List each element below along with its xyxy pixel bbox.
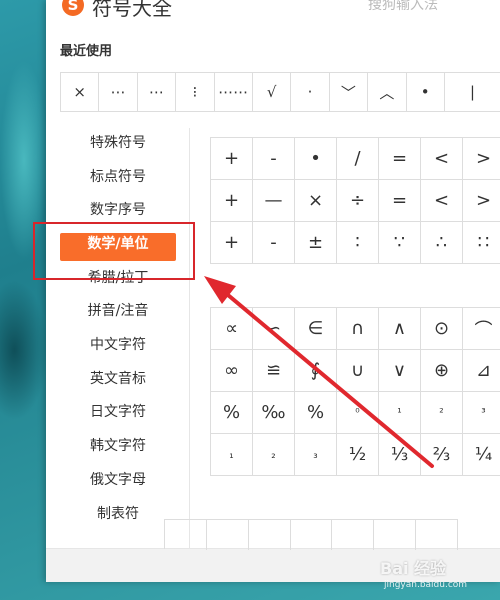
symbol-cell[interactable]: % bbox=[295, 392, 337, 434]
symbol-cell[interactable]: × bbox=[295, 180, 337, 222]
symbol-cell[interactable] bbox=[207, 520, 249, 550]
symbol-cell[interactable]: ∵ bbox=[379, 222, 421, 264]
symbol-cell[interactable]: ⅓ bbox=[379, 434, 421, 476]
symbol-cell[interactable]: ÷ bbox=[337, 180, 379, 222]
symbol-cell[interactable]: ∩ bbox=[337, 308, 379, 350]
watermark-url: jingyan.baidu.com bbox=[384, 580, 468, 590]
symbol-cell[interactable]: ₂ bbox=[253, 434, 295, 476]
symbol-cell[interactable]: ⌒ bbox=[463, 308, 500, 350]
symbol-cell[interactable]: = bbox=[379, 180, 421, 222]
symbol-cell[interactable]: + bbox=[211, 138, 253, 180]
symbol-cell[interactable]: ∪ bbox=[337, 350, 379, 392]
recent-symbol[interactable]: ︿ bbox=[367, 73, 405, 111]
symbol-cell[interactable]: ¹ bbox=[379, 392, 421, 434]
recent-symbol[interactable]: ⋯⋯ bbox=[213, 73, 252, 111]
sidebar-item-punctuation[interactable]: 标点符号 bbox=[60, 166, 176, 194]
symbol-cell[interactable]: ∨ bbox=[379, 350, 421, 392]
symbol-cell[interactable]: % bbox=[211, 392, 253, 434]
symbol-cell[interactable]: — bbox=[253, 180, 295, 222]
symbol-window: S 符号大全 搜狗输入法 最近使用 × ⋯ ⋯ ⁝ ⋯⋯ √ · ﹀ ︿ • ❘… bbox=[46, 0, 500, 582]
symbol-cell[interactable]: ₁ bbox=[211, 434, 253, 476]
sidebar-item-chinese[interactable]: 中文字符 bbox=[60, 334, 176, 362]
symbol-cell[interactable]: + bbox=[211, 180, 253, 222]
symbol-cell[interactable]: - bbox=[253, 138, 295, 180]
watermark-brand: Bai 经验 bbox=[380, 559, 447, 578]
symbol-cell[interactable]: > bbox=[463, 180, 500, 222]
symbol-cell[interactable]: ¼ bbox=[463, 434, 500, 476]
symbol-cell[interactable] bbox=[332, 520, 375, 550]
sidebar-item-pinyin[interactable]: 拼音/注音 bbox=[60, 300, 176, 328]
symbol-cell[interactable]: ⊿ bbox=[463, 350, 500, 392]
symbol-cell[interactable] bbox=[416, 520, 459, 550]
symbol-cell[interactable] bbox=[374, 520, 417, 550]
category-sidebar: 特殊符号 标点符号 数字序号 数学/单位 希腊/拉丁 拼音/注音 中文字符 英文… bbox=[46, 128, 190, 548]
symbol-cell[interactable] bbox=[291, 520, 333, 550]
symbol-cell[interactable]: ∧ bbox=[379, 308, 421, 350]
symbol-cell[interactable]: ∮ bbox=[295, 350, 337, 392]
symbol-cell[interactable]: • bbox=[295, 138, 337, 180]
symbol-cell[interactable]: ₃ bbox=[295, 434, 337, 476]
window-title: 符号大全 bbox=[92, 0, 172, 20]
symbol-cell[interactable] bbox=[165, 520, 207, 550]
recent-symbol[interactable]: ⋯ bbox=[98, 73, 136, 111]
symbol-cell[interactable]: ‰ bbox=[253, 392, 295, 434]
symbol-grid-block-1: + - • / = < > + — × ÷ = < > + - ± ∶ ∵ ∴ ∷ bbox=[210, 137, 500, 264]
symbol-cell[interactable]: < bbox=[421, 138, 463, 180]
symbol-cell[interactable]: ∶ bbox=[337, 222, 379, 264]
symbol-cell[interactable] bbox=[249, 520, 291, 550]
symbol-cell[interactable]: ≌ bbox=[253, 350, 295, 392]
recent-symbols-row: × ⋯ ⋯ ⁝ ⋯⋯ √ · ﹀ ︿ • ❘ bbox=[60, 72, 500, 112]
symbol-cell[interactable]: ∞ bbox=[211, 350, 253, 392]
recent-symbol[interactable]: ﹀ bbox=[328, 73, 367, 111]
sidebar-item-korean[interactable]: 韩文字符 bbox=[60, 435, 176, 463]
symbol-cell[interactable]: ∴ bbox=[421, 222, 463, 264]
symbol-cell[interactable]: ⊙ bbox=[421, 308, 463, 350]
symbol-cell[interactable]: ³ bbox=[463, 392, 500, 434]
symbol-cell[interactable]: ½ bbox=[337, 434, 379, 476]
recent-symbol[interactable]: • bbox=[405, 73, 444, 111]
symbol-grid-block-2: ∝ ∽ ∈ ∩ ∧ ⊙ ⌒ ∞ ≌ ∮ ∪ ∨ ⊕ ⊿% ‰% ⁰ ¹ ² ³ ₁ ₂ ₃ ½ ⅓ ⅔ ¼ bbox=[210, 307, 500, 476]
recent-symbol[interactable]: ⋯ bbox=[136, 73, 175, 111]
symbol-cell[interactable]: < bbox=[421, 180, 463, 222]
symbol-cell[interactable]: ² bbox=[421, 392, 463, 434]
symbol-grid-block-3 bbox=[164, 519, 459, 550]
recent-symbol[interactable]: ⁝ bbox=[175, 73, 213, 111]
symbol-cell[interactable]: ⅔ bbox=[421, 434, 463, 476]
recent-symbol[interactable]: √ bbox=[251, 73, 290, 111]
recent-symbol[interactable]: × bbox=[60, 73, 98, 111]
symbol-cell[interactable]: - bbox=[253, 222, 295, 264]
sogou-logo-icon: S bbox=[62, 0, 84, 16]
recent-label: 最近使用 bbox=[60, 44, 113, 59]
symbol-cell[interactable]: ∝ bbox=[211, 308, 253, 350]
symbol-cell[interactable]: = bbox=[379, 138, 421, 180]
sidebar-item-special[interactable]: 特殊符号 bbox=[60, 132, 176, 160]
symbol-cell[interactable]: ∷ bbox=[463, 222, 500, 264]
annotation-highlight-box bbox=[33, 222, 195, 280]
recent-symbol[interactable]: ❘ bbox=[443, 73, 500, 111]
symbol-cell[interactable]: > bbox=[463, 138, 500, 180]
symbol-cell[interactable]: ∈ bbox=[295, 308, 337, 350]
sidebar-item-english-phonetic[interactable]: 英文音标 bbox=[60, 368, 176, 396]
symbol-cell[interactable]: + bbox=[211, 222, 253, 264]
title-bar: S 符号大全 搜狗输入法 bbox=[46, 0, 500, 28]
symbol-cell[interactable]: ± bbox=[295, 222, 337, 264]
symbol-cell[interactable]: ⁰ bbox=[337, 392, 379, 434]
symbol-cell[interactable]: ⊕ bbox=[421, 350, 463, 392]
sidebar-item-box-drawing[interactable]: 制表符 bbox=[60, 503, 176, 531]
symbol-cell[interactable]: ∽ bbox=[253, 308, 295, 350]
recent-symbol[interactable]: · bbox=[290, 73, 328, 111]
symbol-cell[interactable]: / bbox=[337, 138, 379, 180]
ime-name: 搜狗输入法 bbox=[368, 0, 438, 13]
sidebar-item-japanese[interactable]: 日文字符 bbox=[60, 401, 176, 429]
background-shadow bbox=[0, 280, 48, 420]
sidebar-item-russian[interactable]: 俄文字母 bbox=[60, 469, 176, 497]
